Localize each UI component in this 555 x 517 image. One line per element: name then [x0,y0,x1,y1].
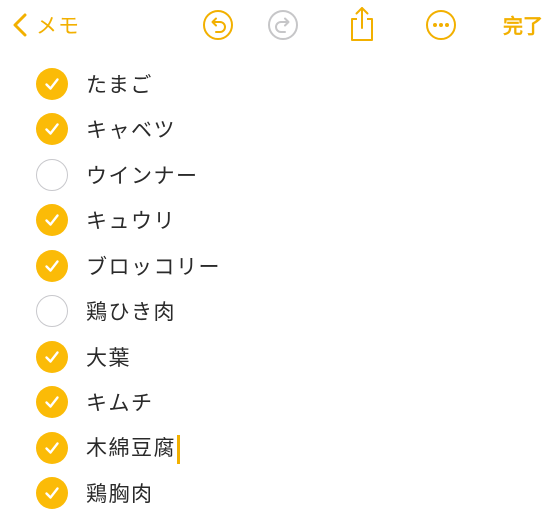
checklist-item-label[interactable]: 鶏ひき肉 [86,296,176,326]
chevron-left-icon [10,11,30,39]
checklist-item-label[interactable]: たまご [86,69,153,99]
done-button[interactable]: 完了 [503,10,543,39]
share-button[interactable] [345,4,379,44]
checkbox-checked[interactable] [36,432,68,464]
checkmark-icon [45,260,59,272]
checklist-item-label[interactable]: ブロッコリー [86,251,221,281]
checklist-item-label[interactable]: キャベツ [86,114,176,144]
checkmark-icon [45,214,59,226]
checkbox-checked[interactable] [36,341,68,373]
checklist-item: キュウリ [36,200,176,240]
checklist-item: 鶏ひき肉 [36,291,176,331]
toolbar: メモ 完了 [0,0,555,50]
checkbox-checked[interactable] [36,386,68,418]
checkbox-unchecked[interactable] [36,159,68,191]
checklist-item-label[interactable]: 鶏胸肉 [86,478,154,508]
checklist-item: キムチ [36,382,154,422]
checkmark-icon [45,351,59,363]
undo-button[interactable] [201,8,235,42]
checkbox-checked[interactable] [36,204,68,236]
more-icon [425,9,457,41]
checklist-item: ブロッコリー [36,246,221,286]
checklist-item: キャベツ [36,109,176,149]
back-label: メモ [36,14,80,38]
undo-icon [202,9,234,41]
checkbox-checked[interactable] [36,477,68,509]
checkbox-checked[interactable] [36,68,68,100]
checklist-item: たまご [36,64,153,104]
share-icon [347,5,377,43]
checklist-item-label[interactable]: キュウリ [86,205,176,235]
checkmark-icon [45,396,59,408]
checklist-item: ウインナー [36,155,199,195]
checkbox-checked[interactable] [36,113,68,145]
checklist-item-label[interactable]: キムチ [86,387,154,417]
checkmark-icon [45,123,59,135]
checklist-item: 木綿豆腐 [36,428,180,468]
checklist-item: 大葉 [36,337,131,377]
checkmark-icon [45,442,59,454]
checkbox-checked[interactable] [36,250,68,282]
checklist-item-label[interactable]: ウインナー [86,160,199,190]
checklist-item-label[interactable]: 木綿豆腐 [86,432,180,464]
text-cursor [177,434,180,464]
redo-button[interactable] [266,8,300,42]
checklist-item-label[interactable]: 大葉 [86,342,131,372]
redo-icon [267,9,299,41]
back-button[interactable]: メモ [10,8,80,42]
checkmark-icon [45,78,59,90]
checkbox-unchecked[interactable] [36,295,68,327]
checklist-item: 鶏胸肉 [36,473,154,513]
checkmark-icon [45,487,59,499]
more-button[interactable] [424,8,458,42]
